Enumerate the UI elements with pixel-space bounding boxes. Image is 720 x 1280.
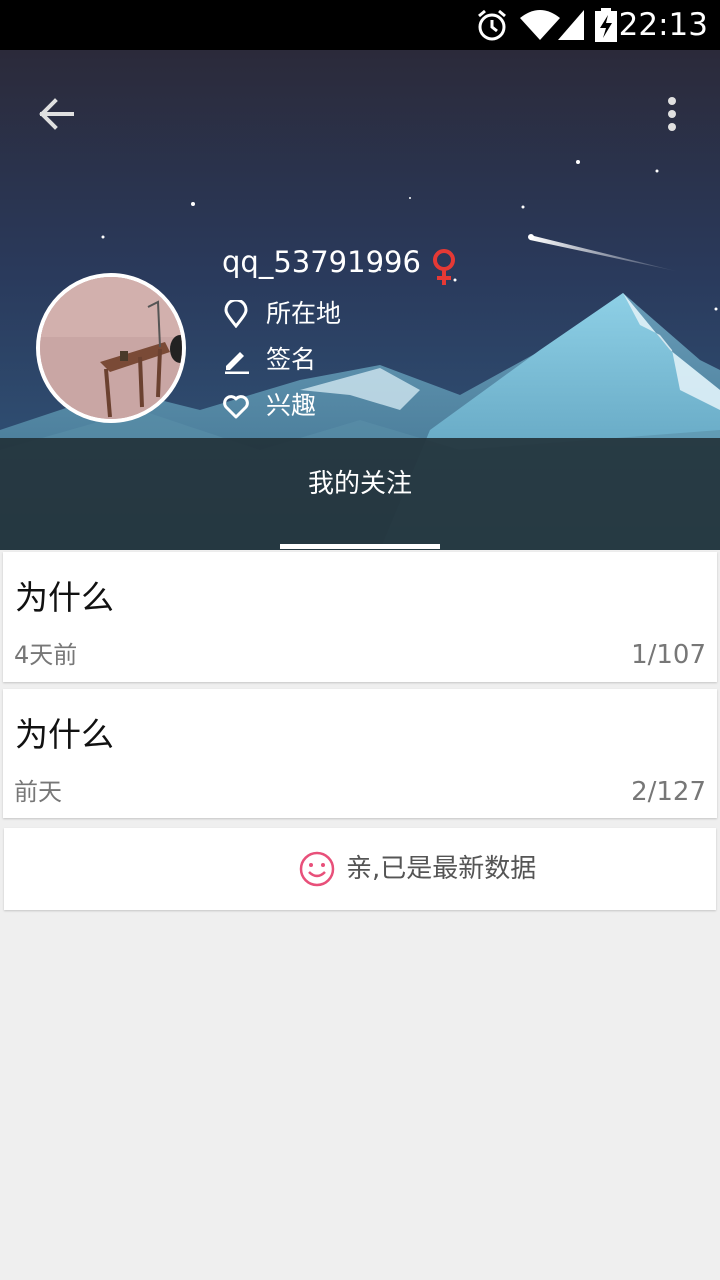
list-item[interactable]: 为什么 前天 2/127 [3,689,717,818]
status-bar: 22:13 [0,0,720,50]
alarm-icon [478,9,506,41]
location-label: 所在地 [266,299,342,328]
post-count: 1/107 [631,640,706,670]
username: qq_53791996 [222,245,421,279]
avatar[interactable] [36,273,186,423]
profile-header: qq_53791996 所在地 签名 兴趣 我的关注 [0,50,720,550]
clock-time: 22:13 [618,7,708,43]
up-to-date-message: 亲,已是最新数据 [346,854,537,884]
tab-my-follows[interactable]: 我的关注 [0,464,720,504]
tab-bar: 我的关注 [0,438,720,550]
post-title: 为什么 [15,715,114,754]
load-more-status: 亲,已是最新数据 [4,828,716,910]
smile-icon [299,851,335,887]
heart-icon [223,395,249,419]
avatar-image [40,277,182,419]
pencil-icon [225,352,249,374]
tab-indicator [280,544,440,549]
more-options-button[interactable] [650,86,694,142]
list-item[interactable]: 为什么 4天前 1/107 [3,552,717,682]
female-icon [433,249,455,285]
back-button[interactable] [28,86,84,142]
signal-icon [558,10,584,40]
post-title: 为什么 [15,578,114,617]
post-count: 2/127 [631,777,706,807]
post-time: 4天前 [14,641,78,669]
signature-label: 签名 [266,345,317,374]
battery-charging-icon [595,8,617,42]
post-time: 前天 [14,778,62,806]
location-pin-icon [224,300,248,328]
interests-label: 兴趣 [266,391,317,420]
